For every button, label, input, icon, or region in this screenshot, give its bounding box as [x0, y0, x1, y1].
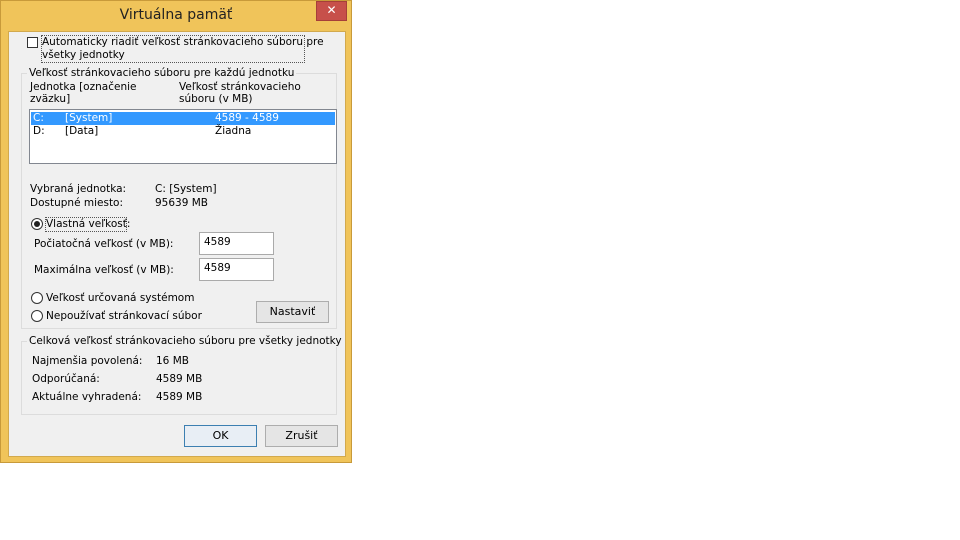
initial-size-input[interactable]: 4589 — [199, 232, 274, 255]
close-button[interactable]: ✕ — [316, 1, 347, 21]
custom-size-label[interactable]: Vlastná veľkosť: — [46, 218, 130, 230]
set-button[interactable]: Nastaviť — [256, 301, 329, 323]
drive-letter: D: — [33, 125, 45, 137]
max-size-label: Maximálna veľkosť (v MB): — [34, 264, 174, 276]
title-bar[interactable]: Virtuálna pamäť ✕ — [1, 1, 351, 31]
auto-manage-checkbox[interactable] — [27, 37, 38, 48]
selected-drive-value: C: [System] — [155, 183, 217, 195]
virtual-memory-dialog: Virtuálna pamäť ✕ Automaticky riadiť veľ… — [0, 0, 352, 463]
no-paging-file-radio[interactable] — [31, 310, 43, 322]
initial-size-label: Počiatočná veľkosť (v MB): — [34, 238, 174, 250]
drive-size: 4589 - 4589 — [215, 112, 279, 124]
no-paging-file-label[interactable]: Nepoužívať stránkovací súbor — [46, 310, 202, 322]
drive-label: [Data] — [65, 125, 99, 137]
drive-label: [System] — [65, 112, 113, 124]
total-size-group-label: Celková veľkosť stránkovacieho súboru pr… — [27, 335, 344, 347]
drive-row-c[interactable]: C: [System] 4589 - 4589 — [31, 112, 335, 125]
auto-manage-label-line2[interactable]: všetky jednotky — [42, 49, 125, 61]
free-space-label: Dostupné miesto: — [30, 197, 124, 209]
dialog-body: Automaticky riadiť veľkosť stránkovacieh… — [8, 31, 346, 457]
custom-size-radio[interactable] — [31, 218, 43, 230]
close-icon: ✕ — [326, 3, 337, 17]
currently-allocated-value: 4589 MB — [156, 391, 203, 403]
max-size-input[interactable]: 4589 — [199, 258, 274, 281]
column-header-size-line2: súboru (v MB) — [179, 93, 253, 105]
window-title: Virtuálna pamäť — [119, 7, 233, 23]
drive-list[interactable]: C: [System] 4589 - 4589 D: [Data] Žiadna — [29, 109, 337, 164]
auto-manage-label-line1[interactable]: Automaticky riadiť veľkosť stránkovacieh… — [42, 36, 324, 48]
drive-letter: C: — [33, 112, 44, 124]
column-header-drive-line1: Jednotka [označenie — [30, 81, 137, 93]
min-allowed-value: 16 MB — [156, 355, 189, 367]
currently-allocated-label: Aktuálne vyhradená: — [32, 391, 142, 403]
drive-row-d[interactable]: D: [Data] Žiadna — [31, 125, 335, 138]
column-header-drive-line2: zväzku] — [30, 93, 71, 105]
per-drive-group-label: Veľkosť stránkovacieho súboru pre každú … — [27, 67, 297, 79]
ok-button[interactable]: OK — [184, 425, 257, 447]
min-allowed-label: Najmenšia povolená: — [32, 355, 143, 367]
selected-drive-label: Vybraná jednotka: — [30, 183, 127, 195]
cancel-button[interactable]: Zrušiť — [265, 425, 338, 447]
recommended-value: 4589 MB — [156, 373, 203, 385]
system-managed-label[interactable]: Veľkosť určovaná systémom — [46, 292, 194, 304]
system-managed-radio[interactable] — [31, 292, 43, 304]
free-space-value: 95639 MB — [155, 197, 209, 209]
column-header-size-line1: Veľkosť stránkovacieho — [179, 81, 301, 93]
recommended-label: Odporúčaná: — [32, 373, 100, 385]
drive-size: Žiadna — [215, 125, 252, 137]
